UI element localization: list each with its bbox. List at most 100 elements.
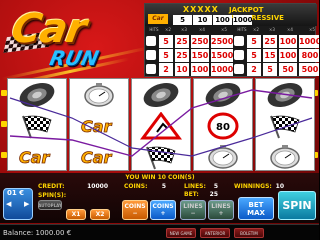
paytable-payout: 25 [175, 35, 189, 48]
stopwatch-icon [256, 141, 314, 172]
svg-text:80: 80 [216, 122, 230, 133]
car-logo-icon: Car [148, 14, 168, 24]
jackpot-value: 1000 [233, 15, 253, 25]
balance-label: Balance: [3, 229, 34, 237]
paytable-column-header: ×3 [181, 27, 187, 32]
paytable-payout: 5 [263, 63, 277, 76]
tire-icon [194, 79, 252, 110]
coins-plus-label: COINS + [152, 203, 174, 217]
paytable-payout: 250 [191, 35, 209, 48]
paytable-payout: 25 [263, 35, 277, 48]
paytable-payout: 5 [247, 35, 261, 48]
coin-value-decrease-icon[interactable]: ◀ [6, 200, 11, 208]
paytable-payout: 15 [263, 49, 277, 62]
new-game-button[interactable]: NEW GAME [166, 228, 196, 238]
paytable-payout: 100 [279, 35, 297, 48]
x1-button[interactable]: X1 [66, 209, 86, 220]
bet-max-button[interactable]: BET MAX [238, 197, 274, 220]
paytable-payout: 10 [175, 63, 189, 76]
coins-label: COINS: [124, 183, 148, 190]
jackpot-values: 5 10 100 1000 [173, 15, 253, 25]
credit-value: 10000 [87, 183, 108, 190]
lines-label: LINES: [184, 183, 206, 190]
lines-plus-label: LINES + [211, 203, 231, 217]
paytable-payout: 2500 [211, 35, 234, 48]
car-logo-icon: Car [70, 141, 128, 172]
logo-word-run: RUN [47, 46, 101, 70]
info-panel: YOU WIN 10 COIN(S) 01 € ◀ ▶ CREDIT: 1000… [0, 173, 319, 223]
reels-area: Car Car Car 80 [1, 78, 318, 172]
coin-value: 01 € [7, 189, 25, 197]
stopwatch-icon [70, 79, 128, 110]
paytable-header: Car XXXXX JACKPOT PROGRESSIVE 5 10 100 1… [145, 4, 317, 26]
paytable-payout: 50 [279, 63, 297, 76]
flag-icon [8, 110, 66, 141]
jackpot-value: 100 [213, 15, 232, 25]
paytable-payout: 5 [159, 35, 173, 48]
paytable-payout: 2 [159, 63, 173, 76]
warning-sign-icon [132, 110, 190, 141]
x2-button[interactable]: X2 [90, 209, 110, 220]
bottom-bar: Balance: 1000.00 € NEW GAME ANTERIOR BOL… [0, 224, 319, 240]
tire-icon [256, 79, 314, 110]
reel: Car Car [69, 78, 129, 171]
paytable-column-header: ×3 [269, 27, 275, 32]
lines-plus-button[interactable]: LINES + [208, 200, 234, 220]
reel: Car [7, 78, 67, 171]
jackpot-value: 5 [173, 15, 192, 25]
autoplay-button[interactable]: AUTOPLAY [38, 200, 62, 210]
paytable-payout: 800 [299, 49, 319, 62]
paytable-payout: 1000 [211, 63, 234, 76]
coins-value: 5 [161, 183, 166, 190]
paytable-payout: 5 [159, 49, 173, 62]
flag-icon [132, 141, 190, 172]
paytable-column-header: ×5 [309, 27, 315, 32]
bet-max-label: BET MAX [247, 200, 265, 217]
balance-display: Balance: 1000.00 € [3, 229, 71, 237]
coins-plus-button[interactable]: COINS + [150, 200, 176, 220]
paytable-payout: 1000 [299, 35, 319, 48]
reel [255, 78, 315, 171]
paytable-symbol-icon [146, 36, 156, 46]
lines-minus-button[interactable]: LINES − [180, 200, 206, 220]
paytable-column-header: ×4 [199, 27, 205, 32]
paytable-symbol-icon [234, 50, 244, 60]
car-logo-icon: Car [70, 110, 128, 141]
tire-icon [132, 79, 190, 110]
stopwatch-icon [194, 141, 252, 172]
spin-button[interactable]: SPIN [278, 191, 316, 220]
paytable-payout: 500 [299, 63, 319, 76]
bet-value: 25 [209, 191, 218, 198]
paytable-payout: 2 [247, 63, 261, 76]
paytable-column-header: ×2 [165, 27, 171, 32]
paytable-symbol-icon [234, 64, 244, 74]
paytable-column-header: ×2 [253, 27, 259, 32]
paytable-payout: 150 [191, 49, 209, 62]
paytable-payout: 25 [175, 49, 189, 62]
paytable: Car XXXXX JACKPOT PROGRESSIVE 5 10 100 1… [144, 3, 319, 77]
jackpot-value: 10 [193, 15, 212, 25]
lines-minus-label: LINES − [183, 203, 203, 217]
coins-minus-button[interactable]: COINS − [122, 200, 148, 220]
paytable-column-header: ×5 [221, 27, 227, 32]
lines-value: 5 [213, 183, 218, 190]
bet-label: BET: [184, 191, 199, 198]
paytable-payout: 100 [191, 63, 209, 76]
svg-text:Car: Car [19, 148, 51, 167]
paytable-payout: 1500 [211, 49, 234, 62]
winnings-label: WINNINGS: [234, 183, 272, 190]
spins-label: SPIN(S): [38, 192, 67, 199]
tire-icon [8, 79, 66, 110]
paytable-column-header: ×4 [287, 27, 293, 32]
bulletin-button[interactable]: BOLETIM [234, 228, 264, 238]
paytable-column-header: HITS [237, 27, 247, 32]
coin-value-increase-icon[interactable]: ▶ [24, 200, 29, 208]
coins-minus-label: COINS − [124, 203, 146, 217]
speed-sign-icon: 80 [194, 110, 252, 141]
win-message: YOU WIN 10 COIN(S) [125, 174, 195, 181]
reel [131, 78, 191, 171]
paytable-column-header: HITS [149, 27, 159, 32]
paytable-payout: 5 [247, 49, 261, 62]
paytable-symbol-icon [146, 64, 156, 74]
previous-button[interactable]: ANTERIOR [200, 228, 230, 238]
